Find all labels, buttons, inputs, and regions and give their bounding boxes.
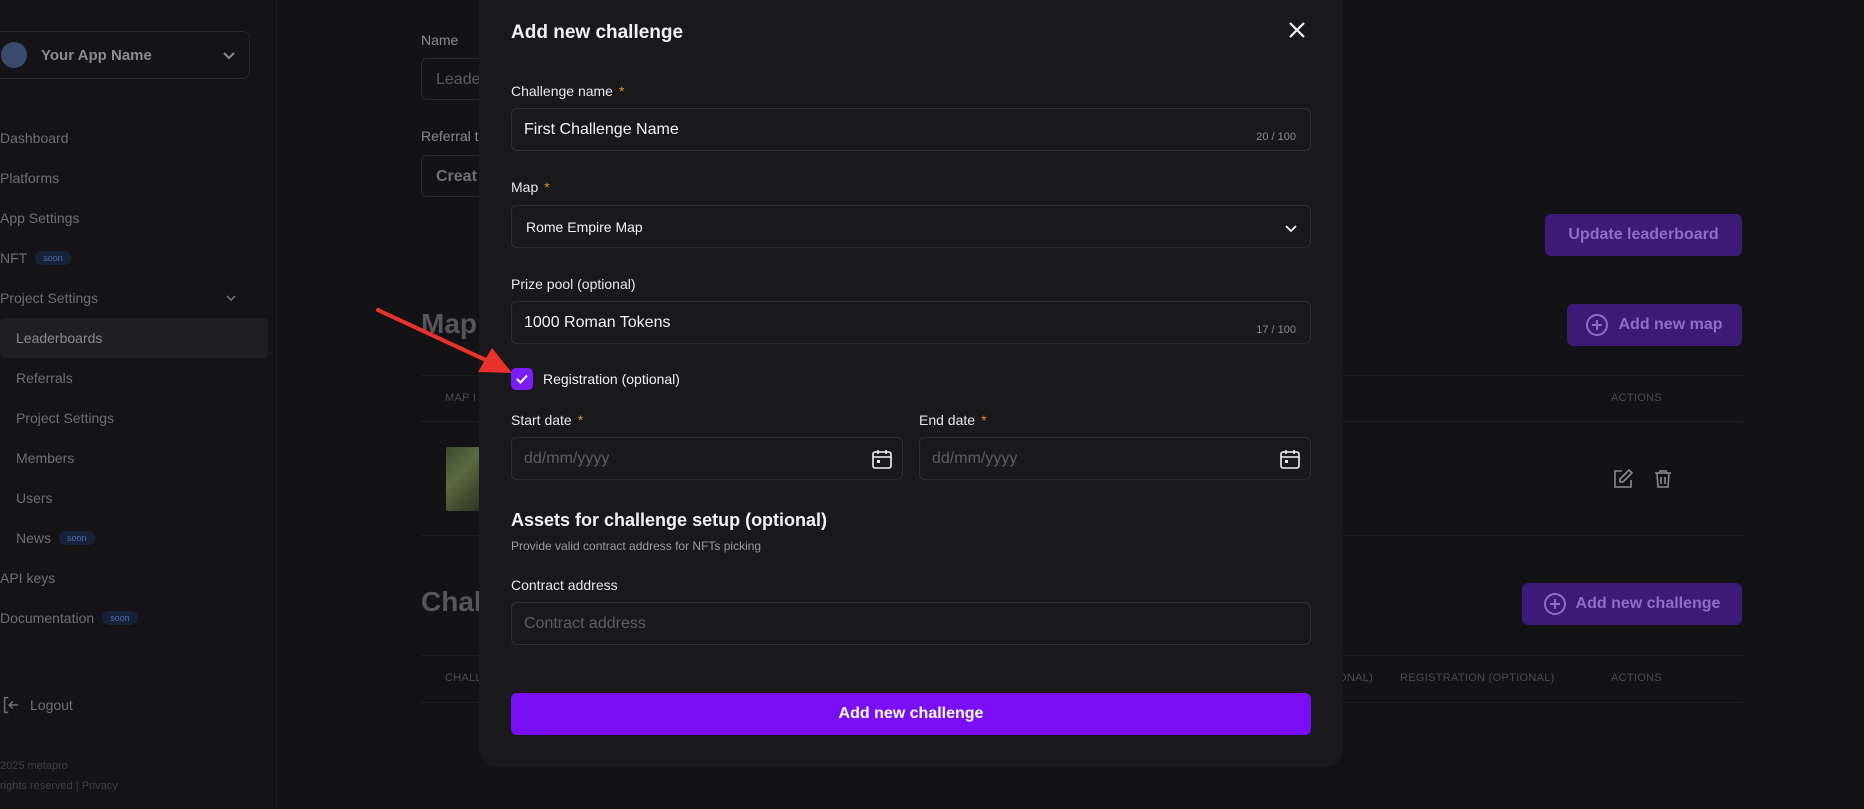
name-label: Name (421, 32, 459, 48)
sidebar: Your App Name Dashboard Platforms App Se… (0, 0, 277, 809)
plus-circle-icon (1586, 314, 1609, 336)
start-date-label: Start date * (511, 412, 584, 428)
annotation-arrow-icon (376, 308, 512, 373)
prize-pool-label: Prize pool (optional) (511, 276, 636, 292)
contract-address-label: Contract address (511, 577, 618, 593)
required-mark: * (577, 412, 584, 428)
registration-column-header: REGISTRATION (OPTIONAL) (1400, 672, 1555, 684)
required-mark: * (618, 83, 625, 99)
sidebar-item-members[interactable]: Members (0, 438, 277, 478)
soon-badge: soon (35, 251, 71, 265)
add-challenge-modal: Add new challenge Challenge name * First … (479, 0, 1343, 767)
logout-label: Logout (30, 697, 73, 713)
challenge-name-label: Challenge name * (511, 83, 625, 99)
map-column-header: MAP I (445, 392, 477, 404)
app-switcher[interactable]: Your App Name (0, 31, 250, 79)
logout-button[interactable]: Logout (0, 694, 73, 716)
optional-column-header: ONAL) (1338, 672, 1374, 684)
app-logo (1, 42, 27, 68)
challenge-name-input[interactable]: First Challenge Name 20 / 100 (511, 108, 1311, 151)
registration-label: Registration (optional) (543, 371, 680, 387)
referral-label: Referral t (421, 128, 479, 144)
actions-column-header: ACTIONS (1611, 392, 1662, 404)
challenges-heading: Chal (421, 586, 482, 617)
sidebar-item-news[interactable]: News soon (0, 518, 277, 558)
end-date-label: End date * (919, 412, 987, 428)
calendar-icon[interactable] (870, 447, 894, 471)
sidebar-item-project-settings[interactable]: Project Settings (0, 278, 277, 318)
sidebar-item-nft[interactable]: NFT soon (0, 238, 277, 278)
footer: 2025 metapro rights reserved | Privacy (0, 760, 118, 792)
sidebar-nav: Dashboard Platforms App Settings NFT soon… (0, 118, 277, 638)
required-mark: * (981, 412, 987, 428)
assets-section-title: Assets for challenge setup (optional) (511, 510, 828, 530)
close-icon[interactable] (1285, 18, 1309, 42)
prize-pool-input[interactable]: 1000 Roman Tokens 17 / 100 (511, 301, 1311, 344)
trash-icon[interactable] (1651, 467, 1675, 491)
end-date-input[interactable]: dd/mm/yyyy (919, 437, 1311, 480)
logout-icon (3, 696, 19, 714)
soon-badge: soon (59, 531, 95, 545)
plus-circle-icon (1543, 593, 1566, 615)
required-mark: * (544, 179, 550, 195)
add-new-map-button[interactable]: Add new map (1567, 304, 1742, 346)
chevron-down-icon (223, 52, 235, 60)
sidebar-item-leaderboards[interactable]: Leaderboards (0, 318, 268, 358)
add-new-challenge-button[interactable]: Add new challenge (511, 693, 1311, 735)
contract-address-input[interactable]: Contract address (511, 602, 1311, 645)
sidebar-item-platforms[interactable]: Platforms (0, 158, 277, 198)
map-thumbnail (446, 447, 482, 511)
edit-icon[interactable] (1611, 467, 1635, 491)
calendar-icon[interactable] (1278, 447, 1302, 471)
sidebar-item-dashboard[interactable]: Dashboard (0, 118, 277, 158)
chevron-down-icon (226, 295, 236, 302)
sidebar-item-users[interactable]: Users (0, 478, 277, 518)
start-date-input[interactable]: dd/mm/yyyy (511, 437, 903, 480)
sidebar-item-referrals[interactable]: Referrals (0, 358, 277, 398)
app-name: Your App Name (41, 46, 152, 64)
actions-column-header-2: ACTIONS (1611, 672, 1662, 684)
soon-badge: soon (102, 611, 138, 625)
modal-title: Add new challenge (511, 22, 684, 43)
sidebar-item-api-keys[interactable]: API keys (0, 558, 277, 598)
challenge-column-header: CHALL (445, 672, 482, 684)
map-label: Map * (511, 179, 550, 195)
char-counter: 20 / 100 (1256, 131, 1296, 143)
add-new-challenge-bg-button[interactable]: Add new challenge (1522, 583, 1742, 625)
sidebar-item-app-settings[interactable]: App Settings (0, 198, 277, 238)
chevron-down-icon (1285, 225, 1297, 233)
sidebar-item-documentation[interactable]: Documentation soon (0, 598, 277, 638)
sidebar-item-project-settings-sub[interactable]: Project Settings (0, 398, 277, 438)
assets-section-subtitle: Provide valid contract address for NFTs … (511, 539, 762, 553)
map-select[interactable]: Rome Empire Map (511, 205, 1311, 248)
char-counter: 17 / 100 (1256, 324, 1296, 336)
update-leaderboard-button[interactable]: Update leaderboard (1545, 214, 1742, 256)
